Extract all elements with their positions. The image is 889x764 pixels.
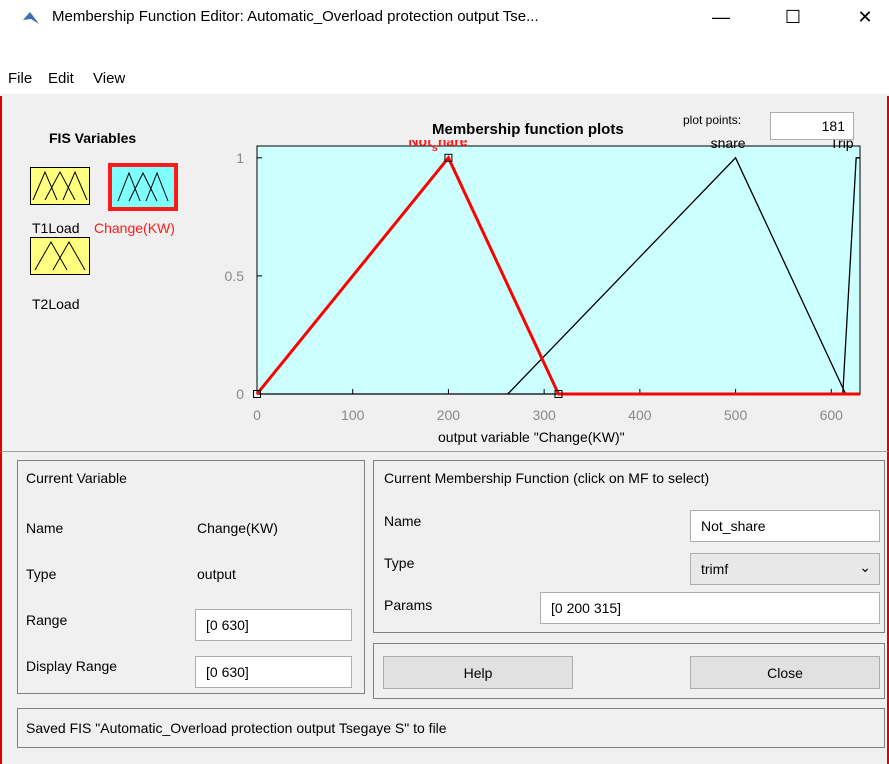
display-range-label: Display Range xyxy=(26,658,118,674)
mf-triangles-icon xyxy=(34,240,86,271)
membership-chart[interactable]: 0 100 200 300 400 500 60000.51 Notshare share Tr… xyxy=(200,140,870,450)
var-box-change-kw[interactable] xyxy=(108,163,178,211)
mf-triangles-icon xyxy=(32,170,88,201)
mf-name-label: Name xyxy=(384,513,422,529)
title-bar: Membership Function Editor: Automatic_Ov… xyxy=(0,0,889,34)
menu-view[interactable]: View xyxy=(93,70,125,87)
plot-points-label: plot points: xyxy=(683,113,742,127)
y-tick-label: 1 xyxy=(236,150,244,166)
params-label: Params xyxy=(384,597,433,613)
range-input[interactable]: [0 630] xyxy=(195,609,352,641)
display-range-input[interactable]: [0 630] xyxy=(195,656,352,688)
close-button[interactable]: Close xyxy=(690,656,880,689)
params-input[interactable]: [0 200 315] xyxy=(540,592,880,624)
plot-area xyxy=(256,145,861,395)
var-type-value: output xyxy=(197,566,236,582)
range-label: Range xyxy=(26,612,68,628)
var-label-change-kw: Change(KW) xyxy=(94,220,175,236)
var-box-t2load[interactable] xyxy=(30,237,90,275)
mf-triangles-icon xyxy=(117,171,169,202)
var-box-t1load[interactable] xyxy=(30,167,90,205)
x-tick-label: 600 xyxy=(820,407,844,423)
var-name-label: Name xyxy=(26,520,64,536)
x-tick-label: 300 xyxy=(532,407,556,423)
plot-title: Membership function plots xyxy=(432,121,624,138)
maximize-button[interactable]: ☐ xyxy=(770,0,816,34)
var-label-t1load: T1Load xyxy=(32,220,80,236)
fis-variables-heading: FIS Variables xyxy=(49,130,137,146)
chevron-down-icon: ⌄ xyxy=(859,559,871,575)
window-title: Membership Function Editor: Automatic_Ov… xyxy=(52,8,539,25)
y-tick-label: 0.5 xyxy=(225,268,245,284)
x-tick-label: 0 xyxy=(253,407,261,423)
mf-name-input[interactable]: Not_share xyxy=(690,510,880,542)
x-tick-label: 100 xyxy=(341,407,365,423)
menu-bar xyxy=(0,34,889,94)
status-message: Saved FIS "Automatic_Overload protection… xyxy=(26,720,447,736)
x-tick-label: 500 xyxy=(724,407,748,423)
current-mf-heading: Current Membership Function (click on MF… xyxy=(384,470,710,486)
var-label-t2load: T2Load xyxy=(32,296,80,312)
close-window-button[interactable]: ✕ xyxy=(842,0,888,34)
mf-label-trip: Trip xyxy=(830,140,854,151)
x-tick-label: 200 xyxy=(437,407,461,423)
var-type-label: Type xyxy=(26,566,57,582)
plot-points-input[interactable]: 181 xyxy=(770,112,854,140)
menu-file[interactable]: File xyxy=(8,70,32,87)
x-tick-label: 400 xyxy=(628,407,652,423)
mf-type-value: trimf xyxy=(701,561,729,577)
var-name-value: Change(KW) xyxy=(197,520,278,536)
help-button[interactable]: Help xyxy=(383,656,573,689)
mf-type-label: Type xyxy=(384,555,415,571)
mf-label-share: share xyxy=(711,140,746,151)
x-axis-label: output variable "Change(KW)" xyxy=(438,429,625,445)
current-variable-heading: Current Variable xyxy=(26,470,127,486)
mf-type-select[interactable]: trimf ⌄ xyxy=(690,553,880,585)
menu-edit[interactable]: Edit xyxy=(48,70,74,87)
matlab-app-icon xyxy=(23,12,39,24)
y-tick-label: 0 xyxy=(236,386,244,402)
minimize-button[interactable]: — xyxy=(698,0,744,34)
